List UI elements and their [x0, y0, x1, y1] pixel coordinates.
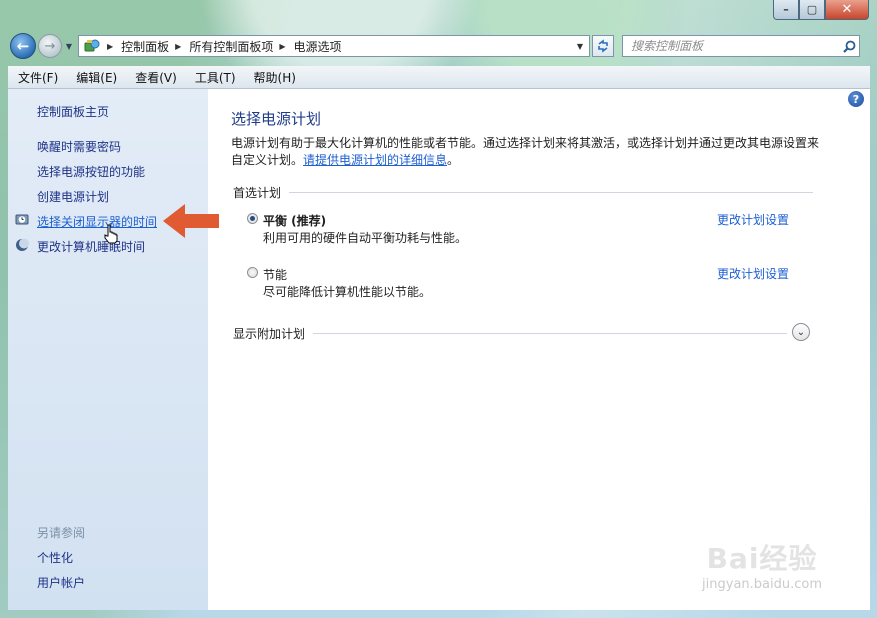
address-bar[interactable]: ▶ 控制面板 ▶ 所有控制面板项 ▶ 电源选项 ▼: [78, 35, 590, 57]
menu-bar: 文件(F) 编辑(E) 查看(V) 工具(T) 帮助(H): [8, 66, 870, 89]
control-panel-home-link[interactable]: 控制面板主页: [37, 103, 109, 120]
maximize-icon: ▢: [806, 3, 818, 16]
help-button[interactable]: ?: [848, 91, 864, 107]
forward-arrow-icon: →: [44, 38, 56, 54]
annotation-arrow-icon: [163, 204, 219, 238]
watermark-logo: Bai经验: [706, 542, 818, 575]
refresh-icon: [598, 39, 608, 53]
see-also-heading: 另请参阅: [37, 526, 86, 540]
breadcrumb-separator-icon[interactable]: ▶: [175, 42, 181, 51]
main-content: ? 选择电源计划 电源计划有助于最大化计算机的性能或者节能。通过选择计划来将其激…: [208, 89, 870, 610]
breadcrumb-control-panel[interactable]: 控制面板: [121, 38, 169, 55]
group-divider: [289, 192, 814, 193]
help-icon: ?: [852, 92, 860, 106]
control-panel-icon: [83, 38, 101, 54]
breadcrumb-all-items[interactable]: 所有控制面板项: [189, 38, 273, 55]
task-change-sleep-time[interactable]: 更改计算机睡眠时间: [37, 238, 145, 255]
maximize-button[interactable]: ▢: [799, 0, 825, 20]
group-divider: [313, 333, 788, 334]
watermark: Bai经验 jingyan.baidu.com: [702, 537, 822, 592]
menu-tools[interactable]: 工具(T): [185, 69, 244, 86]
menu-view[interactable]: 查看(V): [125, 69, 185, 86]
recent-pages-dropdown[interactable]: ▼: [63, 42, 75, 51]
minimize-icon: –: [783, 3, 789, 16]
close-icon: ✕: [841, 2, 853, 17]
preferred-plans-heading: 首选计划: [233, 186, 282, 200]
description-end: 。: [447, 153, 460, 167]
menu-file[interactable]: 文件(F): [8, 69, 66, 86]
page-title: 选择电源计划: [231, 110, 322, 128]
change-plan-settings-balanced[interactable]: 更改计划设置: [717, 211, 789, 228]
preferred-plans-group: 首选计划: [233, 184, 814, 201]
additional-plans-heading[interactable]: 显示附加计划: [233, 325, 305, 342]
power-plan-info-link[interactable]: 请提供电源计划的详细信息: [303, 153, 447, 167]
control-panel-window: – ▢ ✕ ← → ▼ ▶ 控制面板 ▶ 所有控制面板项 ▶ 电源选项 ▼ 搜索…: [0, 0, 877, 618]
plan-power-saver-name[interactable]: 节能: [263, 266, 287, 283]
see-also-user-accounts[interactable]: 用户帐户: [37, 574, 85, 591]
hand-cursor-icon: [104, 224, 118, 244]
plan-power-saver-desc: 尽可能降低计算机性能以节能。: [263, 285, 432, 299]
caption-buttons: – ▢ ✕: [773, 0, 869, 20]
chevron-down-icon: ⌄: [796, 326, 806, 338]
search-box[interactable]: [622, 35, 860, 57]
refresh-button[interactable]: [592, 35, 614, 57]
search-input[interactable]: [623, 38, 839, 54]
back-arrow-icon: ←: [16, 37, 30, 55]
sleep-moon-icon: [16, 238, 29, 251]
breadcrumb-separator-icon[interactable]: ▶: [107, 42, 113, 51]
menu-edit[interactable]: 编辑(E): [66, 69, 125, 86]
minimize-button[interactable]: –: [773, 0, 799, 20]
page-description: 电源计划有助于最大化计算机的性能或者节能。通过选择计划来将其激活，或选择计划并通…: [231, 135, 821, 169]
task-pane: 控制面板主页 唤醒时需要密码 选择电源按钮的功能 创建电源计划 选择关闭显示器的…: [8, 89, 208, 610]
monitor-clock-icon: [15, 214, 29, 225]
task-create-power-plan[interactable]: 创建电源计划: [37, 188, 109, 205]
see-also-personalization[interactable]: 个性化: [37, 549, 73, 566]
task-turn-off-display-time[interactable]: 选择关闭显示器的时间: [37, 213, 157, 230]
chevron-down-icon: ▼: [65, 41, 73, 51]
show-additional-plans-button[interactable]: ⌄: [792, 323, 810, 341]
address-dropdown-icon[interactable]: ▼: [571, 42, 589, 51]
close-button[interactable]: ✕: [825, 0, 869, 20]
back-button[interactable]: ←: [10, 33, 36, 59]
forward-button[interactable]: →: [38, 34, 62, 58]
plan-balanced-desc: 利用可用的硬件自动平衡功耗与性能。: [263, 231, 468, 245]
task-require-password-on-wake[interactable]: 唤醒时需要密码: [37, 138, 121, 155]
additional-plans-group: 显示附加计划: [233, 325, 788, 342]
plan-balanced-radio[interactable]: [247, 213, 258, 224]
breadcrumb-separator-icon[interactable]: ▶: [279, 42, 285, 51]
task-power-button-function[interactable]: 选择电源按钮的功能: [37, 163, 145, 180]
menu-help[interactable]: 帮助(H): [244, 69, 304, 86]
search-icon[interactable]: [839, 40, 859, 53]
watermark-url: jingyan.baidu.com: [702, 577, 822, 592]
navigation-bar: ← → ▼ ▶ 控制面板 ▶ 所有控制面板项 ▶ 电源选项 ▼: [10, 32, 868, 60]
breadcrumb-power-options[interactable]: 电源选项: [294, 38, 342, 55]
plan-power-saver-radio[interactable]: [247, 267, 258, 278]
change-plan-settings-power-saver[interactable]: 更改计划设置: [717, 265, 789, 282]
plan-balanced-name[interactable]: 平衡 (推荐): [263, 212, 326, 229]
